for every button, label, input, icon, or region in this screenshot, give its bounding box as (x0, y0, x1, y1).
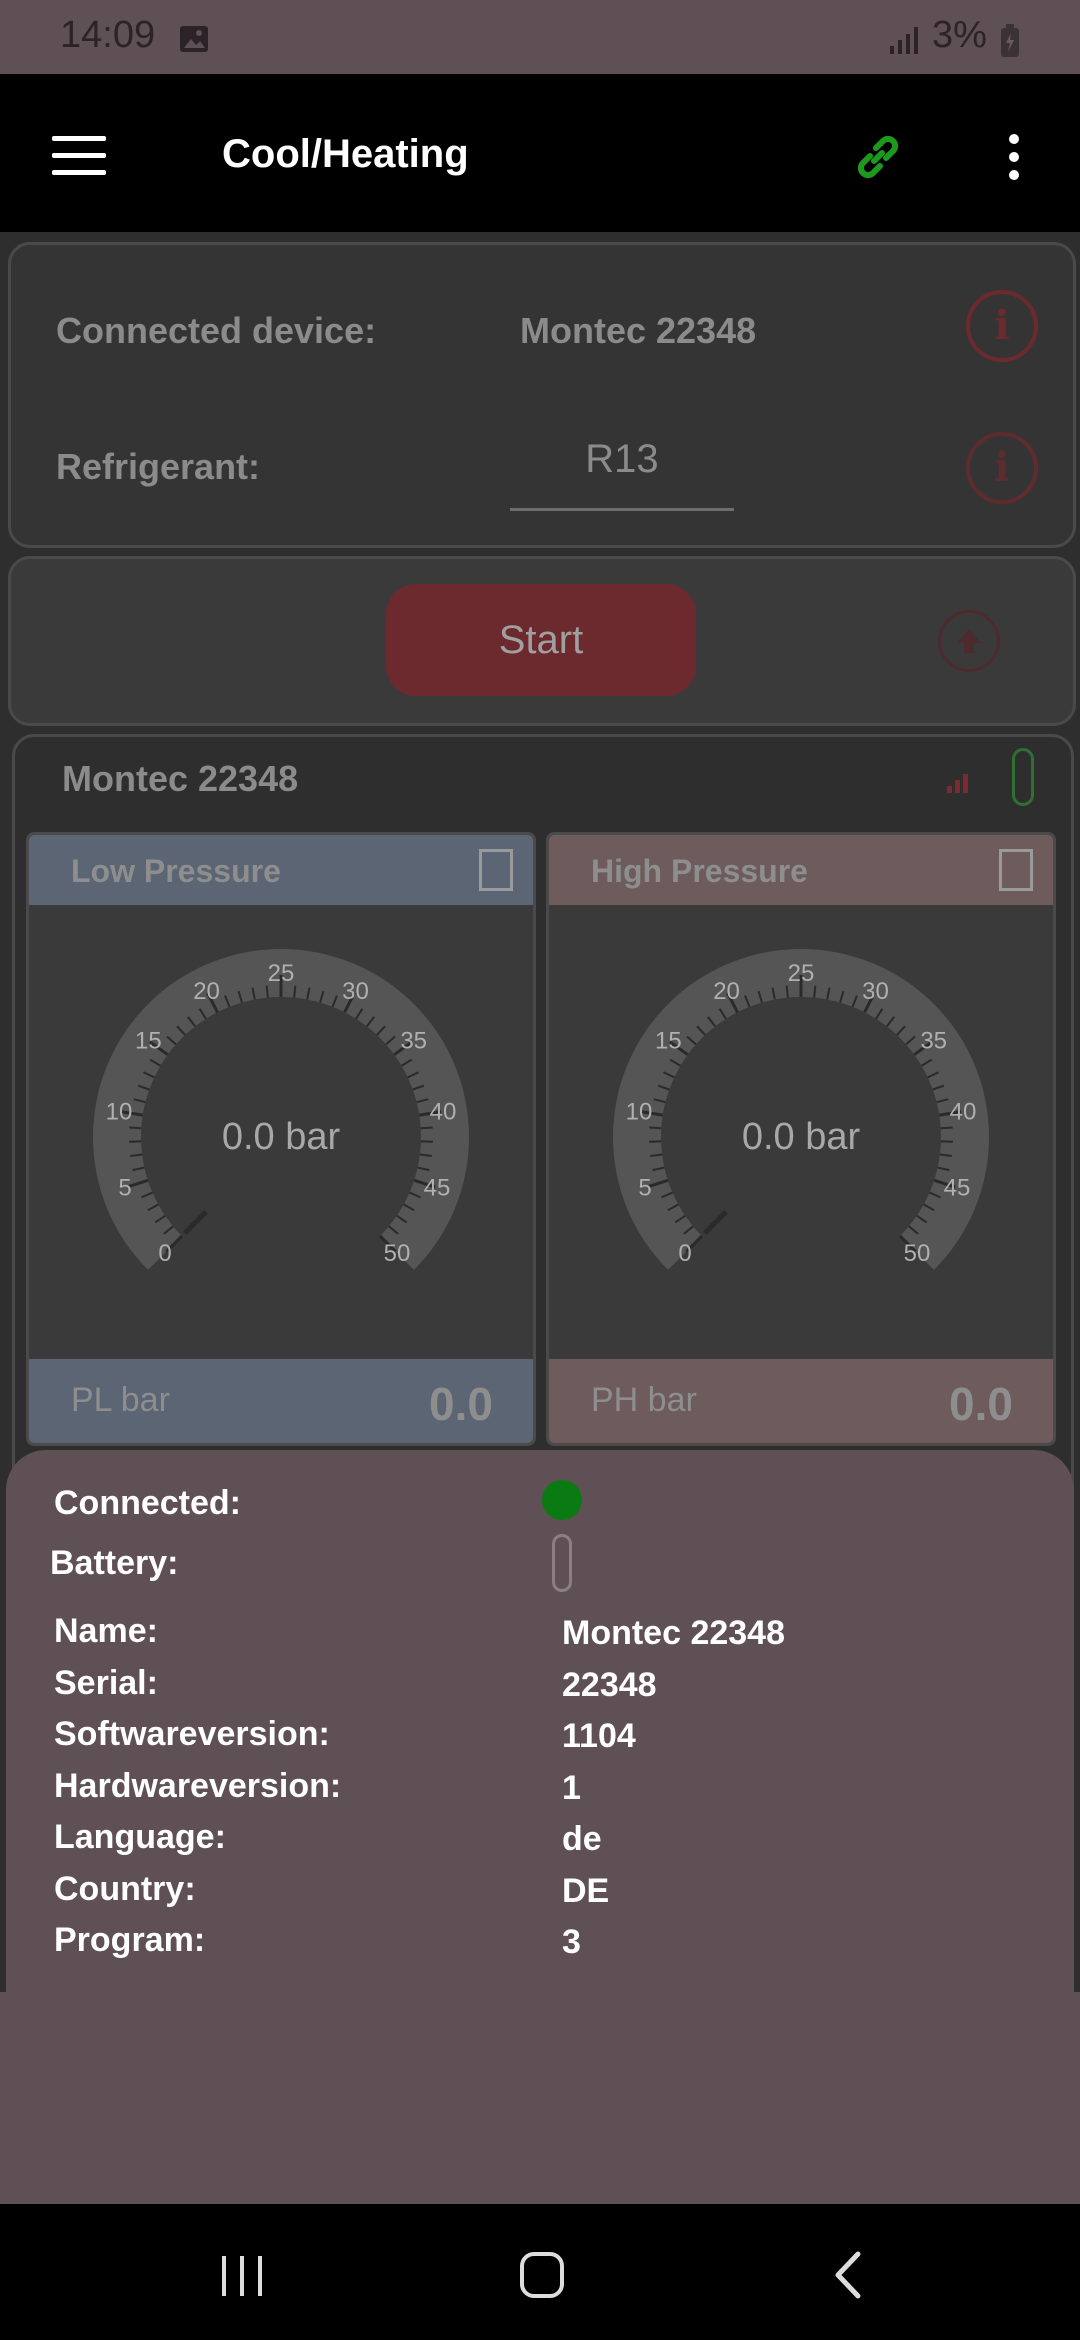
gauge-tick-label: 40 (950, 1098, 977, 1125)
gauge-tick (785, 985, 789, 998)
high-gauge-value: 0.0 bar (742, 1116, 861, 1158)
low-pressure-footer: PL bar 0.0 (29, 1359, 533, 1443)
info-row-value: DE (562, 1871, 610, 1910)
info-icon[interactable]: i (966, 290, 1038, 362)
battery-icon (552, 1534, 572, 1592)
gauge-tick-label: 10 (106, 1098, 133, 1125)
battery-label: Battery: (50, 1544, 179, 1582)
connected-label: Connected: (54, 1484, 241, 1522)
recents-icon[interactable] (218, 2254, 266, 2298)
gauge-tick-label: 40 (430, 1098, 457, 1125)
signal-strength-icon (947, 774, 968, 793)
connected-device-value: Montec 22348 (520, 310, 757, 351)
image-icon (180, 26, 208, 52)
back-icon[interactable] (830, 2250, 866, 2300)
link-icon[interactable] (850, 129, 906, 185)
gauge-tick-label: 0 (158, 1240, 171, 1267)
info-row-value: Montec 22348 (562, 1614, 785, 1652)
info-row-label: Name: (54, 1612, 158, 1650)
gauge-tick-label: 10 (626, 1098, 653, 1125)
gauge-tick-label: 35 (920, 1028, 947, 1055)
home-icon[interactable] (518, 2250, 566, 2300)
low-pressure-panel: Low Pressure 0 5 10 15 20 25 30 35 40 45 50 0.0 bar… (26, 832, 536, 1446)
gauge-tick-label: 5 (118, 1175, 131, 1202)
info-row-value: 3 (562, 1923, 581, 1961)
status-time: 14:09 (60, 14, 156, 56)
low-pressure-gauge: 0 5 10 15 20 25 30 35 40 45 50 0.0 bar (92, 949, 469, 1270)
menu-icon[interactable] (52, 136, 106, 176)
info-row-label: Country: (54, 1869, 196, 1908)
gauge-tick-label: 25 (268, 960, 295, 987)
upload-icon[interactable] (938, 610, 1000, 672)
info-row-value: 1104 (562, 1717, 636, 1755)
gauge-tick-label: 15 (655, 1028, 682, 1055)
battery-charging-icon (1001, 24, 1019, 57)
gauge-tick (129, 1126, 142, 1130)
refrigerant-info-icon[interactable]: i (966, 432, 1038, 504)
high-footer-value: 0.0 (949, 1378, 1013, 1430)
gauge-needle (183, 1210, 208, 1235)
connected-device-label: Connected device: (56, 310, 377, 351)
low-footer-label: PL bar (71, 1381, 170, 1419)
gauge-tick-label: 45 (424, 1175, 451, 1202)
gauge-tick (813, 985, 817, 998)
low-pressure-title: Low Pressure (71, 853, 281, 889)
gauge-tick (293, 985, 297, 998)
app-bar: Cool/Heating (0, 74, 1080, 232)
gauge-tick-label: 50 (384, 1240, 411, 1267)
gauge-needle (703, 1210, 728, 1235)
info-row-label: Program: (54, 1921, 206, 1959)
high-pressure-footer: PH bar 0.0 (549, 1359, 1053, 1443)
low-gauge-value: 0.0 bar (222, 1116, 341, 1158)
high-pressure-gauge: 0 5 10 15 20 25 30 35 40 45 50 0.0 bar (613, 949, 989, 1270)
gauge-tick-label: 45 (944, 1175, 971, 1202)
info-row-value: 1 (562, 1768, 581, 1807)
calculator-icon[interactable] (999, 849, 1033, 891)
info-row-label: Serial: (54, 1663, 158, 1702)
gauge-tick-label: 0 (678, 1240, 691, 1267)
gauge-tick (649, 1126, 662, 1130)
refrigerant-label: Refrigerant: (56, 446, 261, 487)
info-row-value: 22348 (562, 1665, 657, 1704)
gauge-tick-label: 30 (862, 978, 889, 1005)
calculator-icon[interactable] (479, 849, 513, 891)
low-footer-value: 0.0 (429, 1378, 493, 1430)
more-vert-icon[interactable] (996, 129, 1032, 185)
device-name-heading: Montec 22348 (62, 758, 299, 799)
gauge-tick-label: 20 (193, 978, 220, 1005)
page-title: Cool/Heating (222, 132, 469, 176)
gauge-tick-label: 15 (135, 1028, 162, 1055)
refrigerant-select[interactable]: R13 (510, 424, 734, 511)
gauge-tick-label: 35 (400, 1028, 427, 1055)
gauge-tick-label: 20 (713, 978, 740, 1005)
status-bar: 14:09 3% (0, 0, 1080, 74)
gauge-band (613, 949, 989, 1270)
signal-icon (890, 27, 918, 54)
start-button[interactable]: Start (386, 584, 696, 696)
low-pressure-header: Low Pressure (29, 835, 533, 905)
gauge-tick (940, 1126, 953, 1130)
info-row-label: Hardwareversion: (54, 1766, 342, 1805)
high-pressure-title: High Pressure (591, 853, 808, 889)
info-row-value: de (562, 1820, 602, 1858)
battery-percent: 3% (932, 14, 987, 56)
gauge-tick-label: 5 (638, 1175, 651, 1202)
battery-indicator (1012, 748, 1034, 806)
info-row-label: Softwareversion: (54, 1715, 330, 1753)
gauge-tick (420, 1126, 433, 1130)
info-row-label: Language: (54, 1818, 226, 1856)
gauge-tick-label: 30 (342, 978, 369, 1005)
high-pressure-header: High Pressure (549, 835, 1053, 905)
gauge-band (92, 949, 469, 1270)
high-footer-label: PH bar (591, 1381, 697, 1419)
gauge-tick-label: 50 (904, 1240, 931, 1267)
high-pressure-panel: High Pressure 0 5 10 15 20 25 30 35 40 45 50 0.0 ba… (546, 832, 1056, 1446)
connected-status-dot (542, 1480, 582, 1520)
navigation-bar (0, 2204, 1080, 2340)
gauge-tick-label: 25 (788, 960, 815, 987)
gauge-tick (265, 985, 269, 998)
